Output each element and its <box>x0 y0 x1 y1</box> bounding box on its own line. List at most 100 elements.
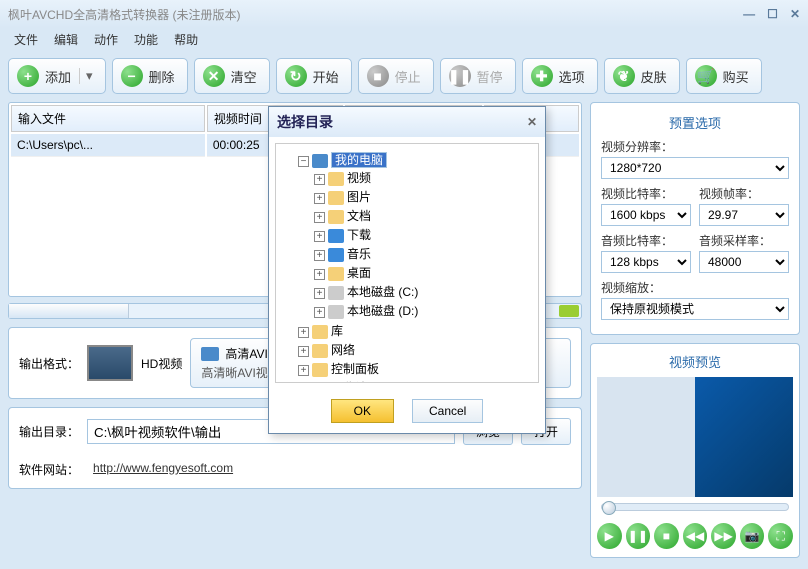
film-icon <box>201 347 219 361</box>
delete-button[interactable]: −删除 <box>112 58 188 94</box>
tree-item[interactable]: 控制面板 <box>331 362 379 376</box>
preview-panel: 视频预览 ▶ ❚❚ ■ ◀◀ ▶▶ 📷 ⛶ <box>590 343 800 558</box>
dialog-ok-button[interactable]: OK <box>331 399 394 423</box>
clear-button[interactable]: ✕清空 <box>194 58 270 94</box>
tree-item[interactable]: 网络 <box>331 343 355 357</box>
expand-icon[interactable]: + <box>314 174 325 185</box>
stop-preview-button[interactable]: ■ <box>654 523 679 549</box>
tree-item[interactable]: 回收站 <box>331 381 367 383</box>
add-button[interactable]: +添加▾ <box>8 58 106 94</box>
music-icon <box>328 248 344 262</box>
menubar: 文件 编辑 动作 功能 帮助 <box>0 28 808 50</box>
expand-icon[interactable]: + <box>298 346 309 357</box>
menu-help[interactable]: 帮助 <box>168 28 204 50</box>
tree-item[interactable]: 本地磁盘 (D:) <box>347 304 418 318</box>
edit-icon[interactable] <box>559 305 579 317</box>
folder-icon <box>328 191 344 205</box>
tools-icon: ✚ <box>531 65 553 87</box>
tree-item[interactable]: 文档 <box>347 209 371 223</box>
desktop-icon <box>328 267 344 281</box>
close-button[interactable]: ✕ <box>790 7 800 21</box>
preview-screen <box>597 377 793 497</box>
stop-button[interactable]: ■停止 <box>358 58 434 94</box>
menu-function[interactable]: 功能 <box>128 28 164 50</box>
tree-item[interactable]: 音乐 <box>347 247 371 261</box>
tree-item[interactable]: 图片 <box>347 190 371 204</box>
audio-samplerate-select[interactable]: 48000 <box>699 251 789 273</box>
snapshot-button[interactable]: 📷 <box>740 523 765 549</box>
label-output-dir: 输出目录： <box>19 423 79 440</box>
drive-icon <box>328 305 344 319</box>
app-title: 枫叶AVCHD全高清格式转换器 (未注册版本) <box>8 6 240 23</box>
expand-icon[interactable]: + <box>314 269 325 280</box>
collapse-icon[interactable]: − <box>298 156 309 167</box>
label-site: 软件网站： <box>19 461 79 478</box>
buy-button[interactable]: 🛒购买 <box>686 58 762 94</box>
drive-icon <box>328 286 344 300</box>
site-link[interactable]: http://www.fengyesoft.com <box>93 461 233 478</box>
fps-select[interactable]: 29.97 <box>699 204 789 226</box>
maximize-button[interactable]: ☐ <box>767 7 778 21</box>
computer-icon <box>312 154 328 168</box>
tree-my-computer[interactable]: 我的电脑 <box>331 152 387 168</box>
folder-icon <box>328 172 344 186</box>
scale-select[interactable]: 保持原视频模式 <box>601 298 789 320</box>
tree-item[interactable]: 本地磁盘 (C:) <box>347 285 418 299</box>
x-icon: ✕ <box>203 65 225 87</box>
stop-icon: ■ <box>367 65 389 87</box>
expand-icon[interactable]: + <box>314 231 325 242</box>
tree-item[interactable]: 桌面 <box>347 266 371 280</box>
expand-icon[interactable]: + <box>314 250 325 261</box>
preview-title: 视频预览 <box>597 350 793 377</box>
library-icon <box>312 325 328 339</box>
menu-edit[interactable]: 编辑 <box>48 28 84 50</box>
refresh-icon: ↻ <box>285 65 307 87</box>
cart-icon: 🛒 <box>695 65 717 87</box>
prev-button[interactable]: ◀◀ <box>683 523 708 549</box>
seek-slider[interactable] <box>601 503 789 511</box>
menu-file[interactable]: 文件 <box>8 28 44 50</box>
pause-icon: ❚❚ <box>449 65 471 87</box>
video-bitrate-select[interactable]: 1600 kbps <box>601 204 691 226</box>
minimize-button[interactable]: — <box>743 7 755 21</box>
label-output-format: 输出格式： <box>19 355 79 372</box>
expand-icon[interactable]: + <box>298 327 309 338</box>
preset-panel: 预置选项 视频分辨率：1280*720 视频比特率：1600 kbps 视频帧率… <box>590 102 800 335</box>
options-button[interactable]: ✚选项 <box>522 58 598 94</box>
pause-button[interactable]: ❚❚暂停 <box>440 58 516 94</box>
expand-icon[interactable]: + <box>314 288 325 299</box>
plus-icon: + <box>17 65 39 87</box>
tree-item[interactable]: 库 <box>331 324 343 338</box>
next-button[interactable]: ▶▶ <box>711 523 736 549</box>
col-input[interactable]: 输入文件 <box>11 105 205 132</box>
fullscreen-button[interactable]: ⛶ <box>768 523 793 549</box>
dialog-cancel-button[interactable]: Cancel <box>412 399 483 423</box>
apple-icon: ❦ <box>613 65 635 87</box>
folder-dialog: 选择目录 ✕ − 我的电脑 + 视频 + 图片 + 文档 + 下载 + 音乐 + 桌面 + 本地磁… <box>268 106 546 434</box>
titlebar: 枫叶AVCHD全高清格式转换器 (未注册版本) — ☐ ✕ <box>0 0 808 28</box>
expand-icon[interactable]: + <box>298 365 309 376</box>
folder-icon <box>328 210 344 224</box>
pause-preview-button[interactable]: ❚❚ <box>626 523 651 549</box>
expand-icon[interactable]: + <box>314 193 325 204</box>
tree-item[interactable]: 下载 <box>347 228 371 242</box>
download-icon <box>328 229 344 243</box>
folder-tree[interactable]: − 我的电脑 + 视频 + 图片 + 文档 + 下载 + 音乐 + 桌面 + 本地磁盘 (C:)… <box>275 143 539 383</box>
toolbar: +添加▾ −删除 ✕清空 ↻开始 ■停止 ❚❚暂停 ✚选项 ❦皮肤 🛒购买 <box>0 50 808 102</box>
audio-bitrate-select[interactable]: 128 kbps <box>601 251 691 273</box>
recycle-bin-icon <box>312 382 328 383</box>
start-button[interactable]: ↻开始 <box>276 58 352 94</box>
minus-icon: − <box>121 65 143 87</box>
dropdown-icon[interactable]: ▾ <box>79 68 93 84</box>
tree-item[interactable]: 视频 <box>347 171 371 185</box>
menu-action[interactable]: 动作 <box>88 28 124 50</box>
format-thumbnail-icon <box>87 345 133 381</box>
play-button[interactable]: ▶ <box>597 523 622 549</box>
resolution-select[interactable]: 1280*720 <box>601 157 789 179</box>
expand-icon[interactable]: + <box>314 212 325 223</box>
dialog-close-icon[interactable]: ✕ <box>527 115 537 129</box>
skin-button[interactable]: ❦皮肤 <box>604 58 680 94</box>
dialog-title: 选择目录 <box>277 112 333 132</box>
expand-icon[interactable]: + <box>314 307 325 318</box>
control-panel-icon <box>312 363 328 377</box>
